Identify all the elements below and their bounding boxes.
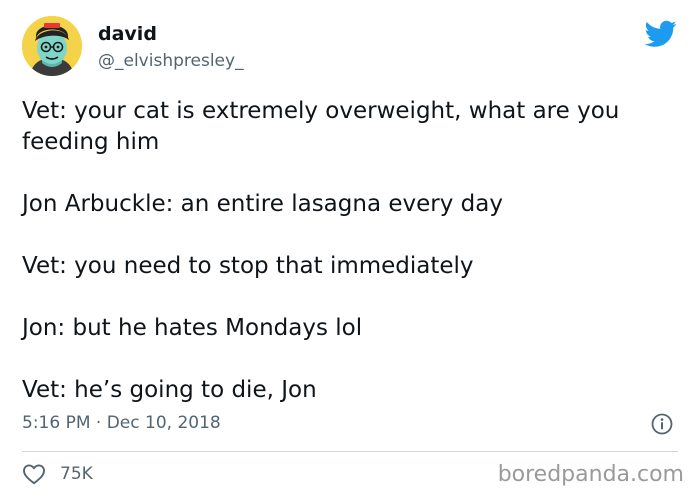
divider: [22, 451, 678, 452]
tweet-text: Vet: your cat is extremely overweight, w…: [22, 96, 662, 406]
avatar-illustration: [22, 16, 82, 76]
like-button[interactable]: 75K: [22, 460, 93, 488]
watermark: boredpanda.com: [497, 462, 684, 487]
info-icon[interactable]: [651, 413, 673, 435]
tweet-line: Vet: he’s going to die, Jon: [22, 377, 317, 403]
user-handle[interactable]: @_elvishpresley_: [98, 50, 244, 72]
display-name[interactable]: david: [98, 22, 157, 46]
tweet-line: Jon: but he hates Mondays lol: [22, 315, 363, 341]
heart-icon: [23, 464, 45, 485]
avatar[interactable]: [22, 16, 82, 76]
like-count: 75K: [60, 464, 93, 484]
tweet-timestamp[interactable]: 5:16 PM · Dec 10, 2018: [22, 411, 221, 435]
tweet-line: Jon Arbuckle: an entire lasagna every da…: [22, 191, 503, 217]
tweet-card: david @_elvishpresley_ Vet: your cat is …: [0, 0, 700, 502]
twitter-bird-icon: [644, 20, 677, 48]
tweet-line: Vet: you need to stop that immediately: [22, 253, 474, 279]
tweet-line: Vet: your cat is extremely overweight, w…: [22, 98, 620, 155]
